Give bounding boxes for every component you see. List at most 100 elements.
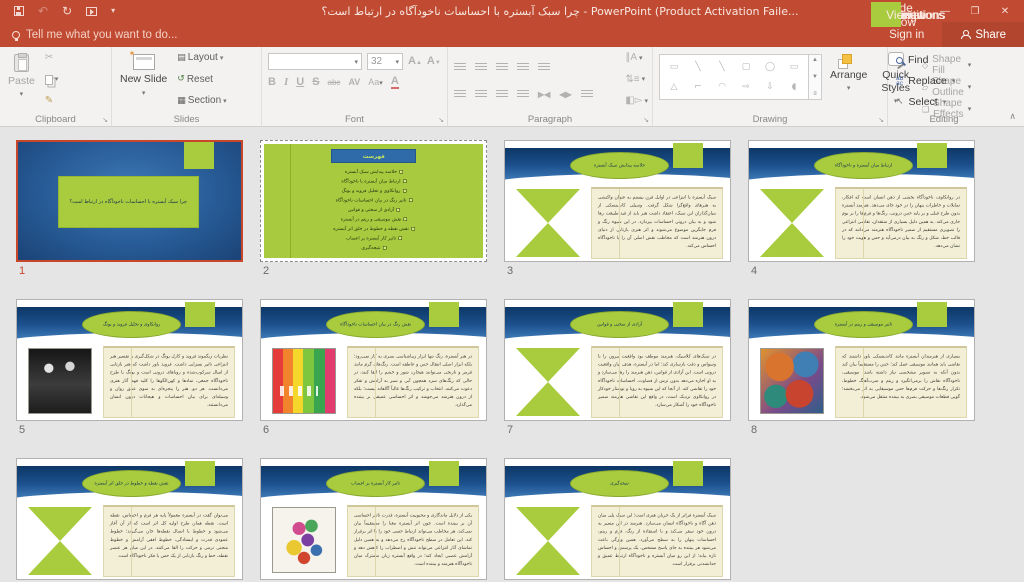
justify-icon[interactable] (517, 90, 529, 99)
section-button[interactable]: ▦ Section ▾ (177, 96, 226, 106)
arrange-button[interactable]: Arrange▾ (824, 50, 873, 110)
increase-indent-icon[interactable] (517, 63, 529, 72)
text-shadow-icon[interactable]: abc (328, 79, 341, 87)
new-slide-icon (133, 54, 155, 70)
underline-icon[interactable]: U (296, 77, 304, 88)
slide-thumbnail-9[interactable]: نقش نقطه و خطوط در خلق اثر آبسترهمی‌توان… (16, 458, 243, 582)
slide-thumbnail-5[interactable]: روانکاوی و تحلیل فروید و یونگنظریات زیگم… (16, 299, 243, 458)
title-ellipse: تاثیر موسیقی و ریتم در آبستره (814, 311, 913, 338)
slide-number: 1 (19, 265, 243, 277)
slide-thumbnail-10[interactable]: تاثیر کار آبستره بر اعصابیکی از دلایل ما… (260, 458, 487, 582)
toc-item-text: نقش نقطه و خطوط در خلق اثر آبستره (333, 224, 408, 234)
shape-arrow-right-icon: ⇨ (742, 82, 750, 92)
find-button[interactable]: Find (896, 54, 955, 66)
cut-icon[interactable]: ✂ (45, 53, 59, 63)
italic-icon[interactable]: I (284, 77, 288, 88)
font-dialog-launcher[interactable]: ↘ (438, 116, 444, 124)
restore-button[interactable]: ❐ (960, 6, 990, 17)
slide-body-text: یکی از دلایل ماندگاری و محبوبیت آبستره، … (348, 507, 478, 576)
tab-view[interactable]: View (871, 2, 901, 27)
font-size-combobox[interactable]: 32▾ (367, 53, 403, 70)
text-panel: بسیاری از هنرمندان آبستره مانند کاندینسک… (835, 346, 967, 418)
checkbox-icon (396, 208, 400, 212)
shape-line2-icon: ╲ (719, 62, 724, 72)
slide-thumbnail-7[interactable]: آزادی از سختی و قوانیندر سبک‌های کلاسیک،… (504, 299, 731, 458)
undo-icon[interactable]: ↶ (38, 5, 48, 17)
paste-button[interactable]: Paste▾ (2, 50, 41, 110)
group-paragraph: ▶◀ ◀▶ ∥A ▾ ⇅≡ ▾ ◧▻ ▾ Paragraph ↘ (448, 47, 653, 126)
green-tab-shape (185, 302, 215, 327)
line-spacing-icon[interactable] (538, 63, 550, 72)
checkbox-icon (383, 246, 387, 250)
slide-grid: چرا سبک آبستره با احساسات ناخودآگاه در ا… (16, 140, 1024, 582)
font-name-combobox[interactable]: ▾ (268, 53, 362, 70)
slide-body-text: در سبک‌های کلاسیک، هنرمند موظف بود واقعی… (592, 348, 722, 417)
slide-thumbnail-4[interactable]: ارتباط میان آبستره و ناخودآگاهدر روانکاو… (748, 140, 975, 299)
shape-line-icon: ╲ (695, 62, 700, 72)
group-font: ▾ 32▾ A▲ A▼ B I U S abc AV Aa▾ A Font ↘ (262, 47, 448, 126)
drawing-dialog-launcher[interactable]: ↘ (878, 116, 884, 124)
checkbox-icon (403, 218, 407, 222)
decrease-font-size-icon[interactable]: A▼ (427, 56, 441, 67)
checkbox-icon (398, 237, 402, 241)
font-color-icon[interactable]: A (391, 76, 399, 89)
change-case-icon[interactable]: Aa▾ (368, 78, 383, 87)
strikethrough-icon[interactable]: S (312, 77, 319, 88)
tell-me-box[interactable]: Tell me what you want to do... (0, 22, 178, 47)
green-tab-shape (673, 461, 703, 486)
title-ellipse: نقش رنگ در بیان احساسات ناخودآگاه (326, 311, 425, 338)
columns-icon[interactable] (581, 90, 593, 99)
character-spacing-icon[interactable]: AV (348, 78, 360, 87)
slide-body-text: می‌توان گفت در آبستره معمولاً پایه هر فر… (104, 507, 234, 576)
copy-icon[interactable]: ▾ (45, 75, 59, 85)
replace-button[interactable]: abacReplace▾ (896, 75, 955, 87)
text-direction-icon[interactable]: ∥A ▾ (625, 53, 648, 63)
group-editing: Find abacReplace▾ ↖Select▾ Editing (888, 47, 1000, 126)
shapes-gallery-scroll[interactable]: ▲▼≡ (809, 54, 822, 100)
paragraph-dialog-launcher[interactable]: ↘ (643, 116, 649, 124)
reset-button[interactable]: ↺ Reset (177, 75, 226, 85)
ltr-direction-icon[interactable]: ▶◀ (538, 91, 550, 99)
decrease-indent-icon[interactable] (496, 63, 508, 72)
layout-button[interactable]: ▤ Layout ▾ (177, 53, 226, 63)
format-painter-icon[interactable]: ✎ (45, 96, 59, 106)
hourglass-shape (516, 348, 580, 416)
close-button[interactable]: ✕ (990, 6, 1020, 17)
new-slide-button[interactable]: New Slide▾ (114, 50, 173, 110)
select-button[interactable]: ↖Select▾ (896, 96, 955, 108)
shapes-gallery[interactable]: ▭╲╲ ▢◯▭ △⌐◠ ⇨⇩◖ (659, 54, 809, 100)
checkbox-icon (399, 170, 403, 174)
slide-thumbnail-6[interactable]: نقش رنگ در بیان احساسات ناخودآگاهدر هنر … (260, 299, 487, 458)
slide-thumbnail-1[interactable]: چرا سبک آبستره با احساسات ناخودآگاه در ا… (16, 140, 243, 299)
collapse-ribbon-icon[interactable]: ∧ (1009, 112, 1016, 122)
rtl-direction-icon[interactable]: ◀▶ (559, 91, 571, 99)
redo-icon[interactable]: ↻ (62, 5, 72, 17)
title-ellipse: خلاصه پیدایش سبک آبستره (570, 152, 669, 179)
align-right-icon[interactable] (496, 90, 508, 99)
group-slides: New Slide▾ ▤ Layout ▾ ↺ Reset ▦ Section … (112, 47, 262, 126)
align-center-icon[interactable] (475, 90, 487, 99)
toc-item-text: نقش موسیقی و ریتم در آبستره (340, 215, 400, 225)
shape-oval-icon: ◯ (765, 62, 775, 72)
bullets-icon[interactable] (454, 63, 466, 72)
bold-icon[interactable]: B (268, 77, 276, 88)
slide-title-text: خلاصه پیدایش سبک آبستره (571, 153, 668, 178)
slide-thumbnail-3[interactable]: خلاصه پیدایش سبک آبسترهسبک آبستره یا انت… (504, 140, 731, 299)
increase-font-size-icon[interactable]: A▲ (408, 56, 422, 67)
customize-qat-icon[interactable]: ▾ (111, 7, 115, 15)
slide-thumbnail-8[interactable]: تاثیر موسیقی و ریتم در آبستره بسیاری از ه… (748, 299, 975, 458)
slide-thumbnail-11[interactable]: نتیجه‌گیریسبک آبستره فراتر از یک جریان ه… (504, 458, 731, 582)
share-button[interactable]: Share (942, 22, 1024, 47)
clipboard-dialog-launcher[interactable]: ↘ (102, 116, 108, 124)
save-icon[interactable] (14, 6, 24, 16)
slide-thumbnail-2[interactable]: فهرستخلاصه پیدایش سبک آبسترهارتباط میان … (260, 140, 487, 299)
numbering-icon[interactable] (475, 63, 487, 72)
start-slideshow-icon[interactable] (86, 7, 97, 16)
toc-list: خلاصه پیدایش سبک آبسترهارتباط میان آبستر… (261, 167, 486, 253)
lightbulb-icon (12, 31, 20, 39)
align-left-icon[interactable] (454, 90, 466, 99)
smartart-icon[interactable]: ◧▻ ▾ (625, 96, 648, 106)
align-text-icon[interactable]: ⇅≡ ▾ (625, 75, 648, 85)
text-panel: می‌توان گفت در آبستره معمولاً پایه هر فر… (103, 505, 235, 577)
hourglass-shape (28, 507, 92, 575)
